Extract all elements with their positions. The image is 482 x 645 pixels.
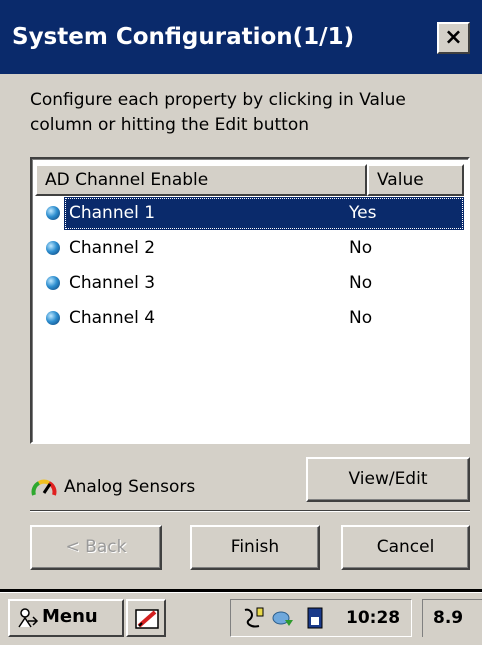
system-tray: 10:28 [230, 599, 412, 637]
channel-value[interactable]: No [349, 273, 372, 293]
channel-value[interactable]: Yes [349, 203, 376, 223]
list-item-channel-3[interactable]: Channel 3 No [37, 267, 464, 300]
storage-card-icon[interactable] [303, 606, 327, 630]
list-item-channel-1[interactable]: Channel 1 Yes [37, 197, 464, 230]
battery-value: 8.9 [433, 608, 464, 628]
channel-value[interactable]: No [349, 238, 372, 258]
instructions-text: Configure each property by clicking in V… [30, 90, 406, 135]
pen-input-icon [135, 609, 159, 629]
column-header-channel[interactable]: AD Channel Enable [35, 164, 367, 196]
channel-name: Channel 2 [69, 238, 156, 258]
taskbar: Menu 10:28 8.9 [0, 592, 482, 645]
channel-bullet-icon [46, 206, 60, 220]
close-icon: × [444, 25, 463, 50]
window-title: System Configuration(1/1) [12, 24, 355, 50]
channel-bullet-icon [46, 241, 60, 255]
pen-input-button[interactable] [126, 599, 166, 637]
gauge-icon [31, 479, 57, 496]
finish-button[interactable]: Finish [190, 525, 320, 570]
clock[interactable]: 10:28 [346, 608, 400, 628]
title-bar: System Configuration(1/1) × [0, 0, 482, 74]
menu-label: Menu [42, 606, 98, 627]
channel-list[interactable]: AD Channel Enable Value Channel 1 Yes Ch… [30, 157, 470, 444]
usb-connection-icon[interactable] [241, 606, 265, 630]
list-item-channel-4[interactable]: Channel 4 No [37, 302, 464, 335]
battery-indicator[interactable]: 8.9 [422, 599, 482, 637]
view-edit-button[interactable]: View/Edit [306, 457, 470, 502]
close-button[interactable]: × [437, 22, 470, 54]
list-item-channel-2[interactable]: Channel 2 No [37, 232, 464, 265]
channel-name: Channel 4 [69, 308, 156, 328]
network-icon[interactable] [271, 606, 295, 630]
channel-bullet-icon [46, 276, 60, 290]
channel-bullet-icon [46, 311, 60, 325]
cancel-button[interactable]: Cancel [341, 525, 470, 570]
divider [30, 510, 470, 512]
channel-name: Channel 3 [69, 273, 156, 293]
back-button[interactable]: < Back [30, 525, 162, 570]
analog-sensors-label: Analog Sensors [64, 477, 196, 497]
channel-value[interactable]: No [349, 308, 372, 328]
menu-button[interactable]: Menu [8, 599, 124, 637]
column-header-value[interactable]: Value [367, 164, 464, 196]
start-menu-icon [18, 608, 39, 628]
channel-name: Channel 1 [69, 203, 156, 223]
